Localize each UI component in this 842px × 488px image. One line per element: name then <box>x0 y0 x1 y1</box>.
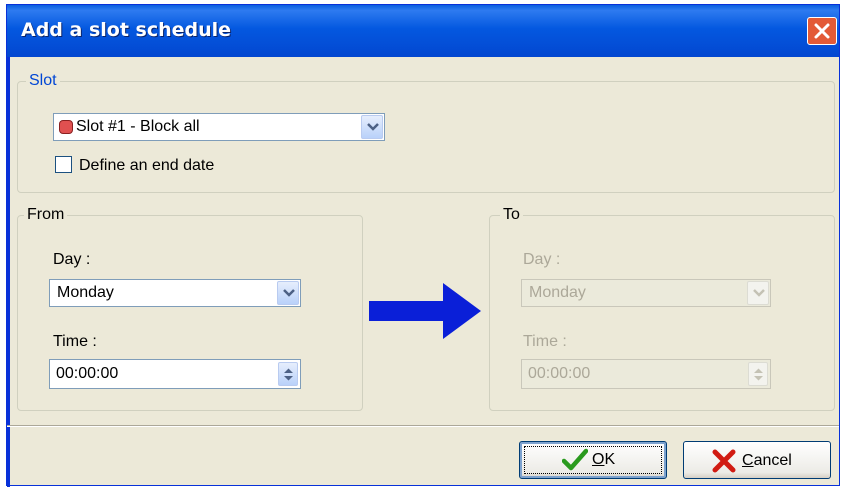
slot-select-value: Slot #1 - Block all <box>76 118 200 135</box>
title-bar[interactable]: Add a slot schedule <box>7 5 839 57</box>
up-down-arrows-icon <box>754 368 763 381</box>
close-button[interactable] <box>807 17 837 45</box>
checkmark-icon <box>562 448 588 471</box>
footer-separator <box>7 425 839 427</box>
close-icon <box>814 23 830 39</box>
ok-button[interactable]: OK <box>519 441 667 479</box>
cancel-button[interactable]: Cancel <box>683 441 831 479</box>
from-day-label: Day : <box>53 251 91 268</box>
ok-label: OK <box>592 450 615 470</box>
slot-select[interactable]: Slot #1 - Block all <box>53 113 385 141</box>
chevron-down-icon <box>367 123 379 131</box>
from-time-input[interactable]: 00:00:00 <box>49 359 301 389</box>
right-arrow-icon <box>369 283 481 339</box>
dialog-window: Add a slot schedule Slot Slot #1 - Block… <box>6 4 840 487</box>
to-day-dropdown-button <box>747 281 769 305</box>
x-cross-icon <box>712 449 736 473</box>
window-border <box>7 57 10 487</box>
cancel-label: Cancel <box>742 451 792 471</box>
dialog-title: Add a slot schedule <box>21 19 232 41</box>
cancel-label-rest: ancel <box>753 452 792 469</box>
to-day-select: Monday <box>521 279 771 307</box>
from-day-select[interactable]: Monday <box>49 279 301 307</box>
ok-mnemonic: O <box>592 451 605 468</box>
from-day-value: Monday <box>57 284 114 301</box>
end-date-label[interactable]: Define an end date <box>79 156 214 176</box>
slot-color-indicator <box>59 120 73 134</box>
to-day-label: Day : <box>523 251 561 268</box>
from-day-dropdown-button[interactable] <box>277 281 299 305</box>
to-time-value: 00:00:00 <box>528 365 591 382</box>
from-legend: From <box>24 205 68 225</box>
chevron-down-icon <box>283 289 295 297</box>
to-legend: To <box>500 205 523 225</box>
cancel-mnemonic: C <box>742 452 754 469</box>
to-time-spinner <box>748 362 768 386</box>
from-time-value: 00:00:00 <box>56 365 119 382</box>
from-time-label: Time : <box>53 333 97 350</box>
to-time-label: Time : <box>523 333 567 350</box>
end-date-checkbox[interactable] <box>55 156 72 173</box>
slot-legend: Slot <box>26 71 60 91</box>
slot-dropdown-button[interactable] <box>361 115 383 139</box>
from-time-spinner[interactable] <box>278 362 298 386</box>
ok-label-rest: K <box>604 451 616 468</box>
to-day-value: Monday <box>529 284 586 301</box>
to-time-input: 00:00:00 <box>521 359 771 389</box>
chevron-down-icon <box>753 289 765 297</box>
up-down-arrows-icon <box>284 368 293 381</box>
